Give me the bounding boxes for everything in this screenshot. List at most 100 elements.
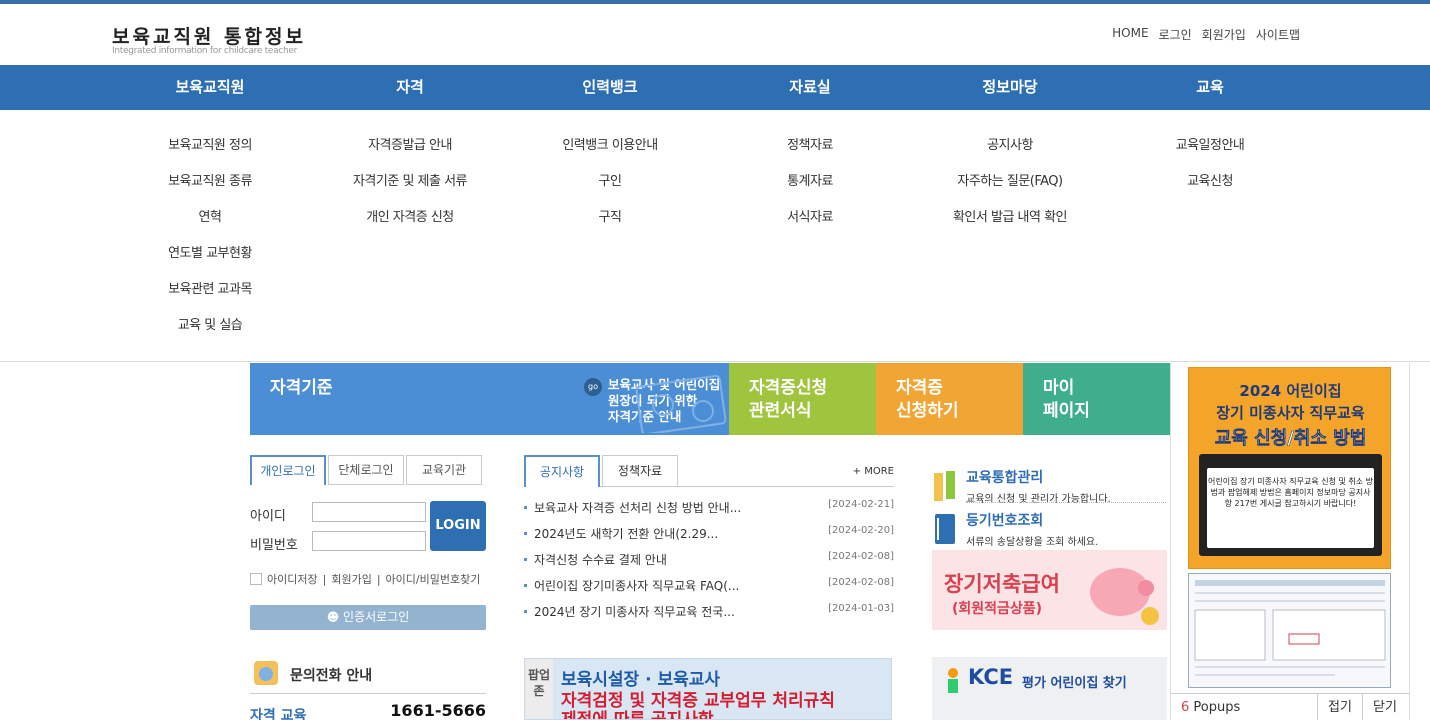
submenu-item[interactable]: 개인 자격증 신청 bbox=[310, 208, 510, 244]
tab-notice[interactable]: 공지사항 bbox=[524, 455, 600, 487]
divider bbox=[250, 693, 486, 694]
nav-archive[interactable]: 자료실 bbox=[710, 65, 910, 110]
certificate-login-button[interactable]: ☻ 인증서로그인 bbox=[250, 605, 486, 630]
popup-panel: 2024 어린이집 장기 미종사자 직무교육 교육 신청/취소 방법 어린이집 … bbox=[1170, 363, 1410, 720]
submenu-item[interactable]: 연혁 bbox=[110, 208, 310, 244]
login-link[interactable]: 로그인 bbox=[1159, 26, 1192, 43]
submenu-item[interactable]: 자주하는 질문(FAQ) bbox=[910, 172, 1110, 208]
submenu-item[interactable]: 보육교직원 종류 bbox=[110, 172, 310, 208]
kce-banner[interactable]: KCE 평가 어린이집 찾기 bbox=[932, 657, 1167, 720]
tab-institution-login[interactable]: 교육기관 bbox=[406, 455, 482, 485]
screenshot-image bbox=[1194, 580, 1386, 676]
submenu-item[interactable]: 교육일정안내 bbox=[1110, 136, 1310, 172]
edu-management-link[interactable]: 교육통합관리 교육의 신청 및 관리가 가능합니다. bbox=[932, 461, 1167, 505]
main-nav: 보육교직원 자격 인력뱅크 자료실 정보마당 교육 bbox=[0, 65, 1430, 110]
pencil-icon bbox=[934, 471, 955, 501]
inquiry-title: 문의전화 안내 bbox=[290, 668, 373, 684]
savings-banner[interactable]: 장기저축급여 (회원적금상품) bbox=[932, 550, 1167, 630]
bullet-icon bbox=[524, 584, 527, 587]
submenu-qualification: 자격증발급 안내 자격기준 및 제출 서류 개인 자격증 신청 bbox=[310, 136, 510, 244]
tab-personal-login[interactable]: 개인로그인 bbox=[250, 455, 326, 485]
submenu-item[interactable]: 교육 및 실습 bbox=[110, 316, 310, 352]
popup-zone[interactable]: 팝업존 보육시설장 · 보육교사 자격검정 및 자격증 교부업무 처리규칙 제정… bbox=[524, 658, 892, 720]
submenu-item[interactable]: 정책자료 bbox=[710, 136, 910, 172]
submenu-item[interactable]: 공지사항 bbox=[910, 136, 1110, 172]
notice-row[interactable]: 2024년 장기 미종사자 직무교육 전국... [2024-01-03] bbox=[524, 603, 894, 629]
divider bbox=[966, 502, 1166, 503]
find-account-link[interactable]: 아이디/비밀번호찾기 bbox=[386, 571, 481, 587]
notice-row[interactable]: 보육교사 자격증 선처리 신청 방법 안내... [2024-02-21] bbox=[524, 499, 894, 525]
submenu-item[interactable]: 통계자료 bbox=[710, 172, 910, 208]
tab-group-login[interactable]: 단체로그인 bbox=[328, 455, 404, 485]
notice-row[interactable]: 어린이집 장기미종사자 직무교육 FAQ(... [2024-02-08] bbox=[524, 577, 894, 603]
bullet-icon bbox=[524, 558, 527, 561]
apply-banner[interactable]: 자격증 신청하기 bbox=[876, 363, 1023, 435]
submenu-item[interactable]: 인력뱅크 이용안내 bbox=[510, 136, 710, 172]
popup-line3: 제정에 따른 공지사항 bbox=[561, 710, 714, 720]
save-id-label[interactable]: 아이디저장 bbox=[267, 571, 318, 587]
join-link[interactable]: 회원가입 bbox=[1202, 26, 1246, 43]
bullet-icon bbox=[524, 610, 527, 613]
submenu-item[interactable]: 보육관련 교과목 bbox=[110, 280, 310, 316]
nav-job-bank[interactable]: 인력뱅크 bbox=[510, 65, 710, 110]
criteria-banner[interactable]: 자격기준 go 보육교사 및 어린이집 원장이 되기 위한 자격기준 안내 bbox=[250, 363, 729, 435]
logo-subtitle: Integrated information for childcare tea… bbox=[112, 46, 298, 56]
registry-lookup-link[interactable]: 등기번호조회 서류의 송달상황을 조회 하세요. bbox=[932, 504, 1167, 548]
bullet-icon bbox=[524, 506, 527, 509]
nav-staff[interactable]: 보육교직원 bbox=[110, 65, 310, 110]
notice-list: 보육교사 자격증 선처리 신청 방법 안내... [2024-02-21] 20… bbox=[524, 499, 894, 629]
certificate-illustration-icon bbox=[635, 374, 727, 433]
notice-row[interactable]: 자격신청 수수료 결제 안내 [2024-02-08] bbox=[524, 551, 894, 577]
submenu-education: 교육일정안내 교육신청 bbox=[1110, 136, 1310, 208]
sitemap-link[interactable]: 사이트맵 bbox=[1256, 26, 1300, 43]
mypage-banner-label: 마이 페이지 bbox=[1043, 378, 1090, 421]
popup-collapse-button[interactable]: 접기 bbox=[1317, 694, 1362, 720]
inquiry-label: 자격 교육 bbox=[250, 708, 307, 720]
pw-label: 비밀번호 bbox=[250, 538, 298, 553]
popup-count: 6 Popups bbox=[1181, 700, 1241, 715]
nav-info[interactable]: 정보마당 bbox=[910, 65, 1110, 110]
piggy-bank-icon bbox=[1090, 568, 1159, 625]
forms-banner[interactable]: 자격증신청 관련서식 bbox=[729, 363, 876, 435]
login-button[interactable]: LOGIN bbox=[430, 501, 486, 551]
submenu-item[interactable]: 구인 bbox=[510, 172, 710, 208]
home-link[interactable]: HOME bbox=[1112, 26, 1148, 43]
notebook-icon bbox=[935, 514, 955, 544]
id-input[interactable] bbox=[312, 502, 426, 522]
popup-screenshot[interactable] bbox=[1188, 573, 1391, 688]
popup-close-button[interactable]: 닫기 bbox=[1362, 694, 1407, 720]
submenu-item[interactable]: 자격증발급 안내 bbox=[310, 136, 510, 172]
submenu-archive: 정책자료 통계자료 서식자료 bbox=[710, 136, 910, 244]
phone-icon bbox=[254, 661, 278, 685]
join-link[interactable]: 회원가입 bbox=[331, 571, 371, 587]
save-id-checkbox[interactable] bbox=[250, 573, 262, 585]
kce-logo-icon bbox=[948, 668, 958, 693]
more-link[interactable]: + MORE bbox=[853, 466, 894, 477]
inquiry-phone: 1661-5666 bbox=[390, 701, 486, 720]
submenu-item[interactable]: 확인서 발급 내역 확인 bbox=[910, 208, 1110, 244]
submenu-info: 공지사항 자주하는 질문(FAQ) 확인서 발급 내역 확인 bbox=[910, 136, 1110, 244]
criteria-title: 자격기준 bbox=[270, 378, 333, 398]
top-header: 보육교직원 통합정보 Integrated information for ch… bbox=[0, 0, 1430, 65]
kce-text: 평가 어린이집 찾기 bbox=[1022, 676, 1127, 691]
submenu-item[interactable]: 서식자료 bbox=[710, 208, 910, 244]
mypage-banner[interactable]: 마이 페이지 bbox=[1023, 363, 1170, 435]
notice-row[interactable]: 2024년도 새학기 전환 안내(2.29... [2024-02-20] bbox=[524, 525, 894, 551]
popup-poster[interactable]: 2024 어린이집 장기 미종사자 직무교육 교육 신청/취소 방법 어린이집 … bbox=[1188, 367, 1391, 569]
nav-education[interactable]: 교육 bbox=[1110, 65, 1310, 110]
apply-banner-label: 자격증 신청하기 bbox=[896, 378, 959, 421]
submenu-item[interactable]: 자격기준 및 제출 서류 bbox=[310, 172, 510, 208]
logo-title[interactable]: 보육교직원 통합정보 bbox=[112, 22, 306, 49]
notice-board: 공지사항 정책자료 + MORE 보육교사 자격증 선처리 신청 방법 안내..… bbox=[524, 455, 894, 619]
mega-menu: 보육교직원 정의 보육교직원 종류 연혁 연도별 교부현황 보육관련 교과목 교… bbox=[0, 110, 1430, 362]
submenu-item[interactable]: 교육신청 bbox=[1110, 172, 1310, 208]
submenu-item[interactable]: 구직 bbox=[510, 208, 710, 244]
popup-bar: 6 Popups 접기 닫기 bbox=[1171, 693, 1409, 720]
nav-qualification[interactable]: 자격 bbox=[310, 65, 510, 110]
go-icon[interactable]: go bbox=[584, 378, 602, 396]
tab-policy[interactable]: 정책자료 bbox=[602, 455, 678, 487]
forms-banner-label: 자격증신청 관련서식 bbox=[749, 378, 828, 421]
submenu-item[interactable]: 연도별 교부현황 bbox=[110, 244, 310, 280]
password-input[interactable] bbox=[312, 531, 426, 551]
submenu-item[interactable]: 보육교직원 정의 bbox=[110, 136, 310, 172]
